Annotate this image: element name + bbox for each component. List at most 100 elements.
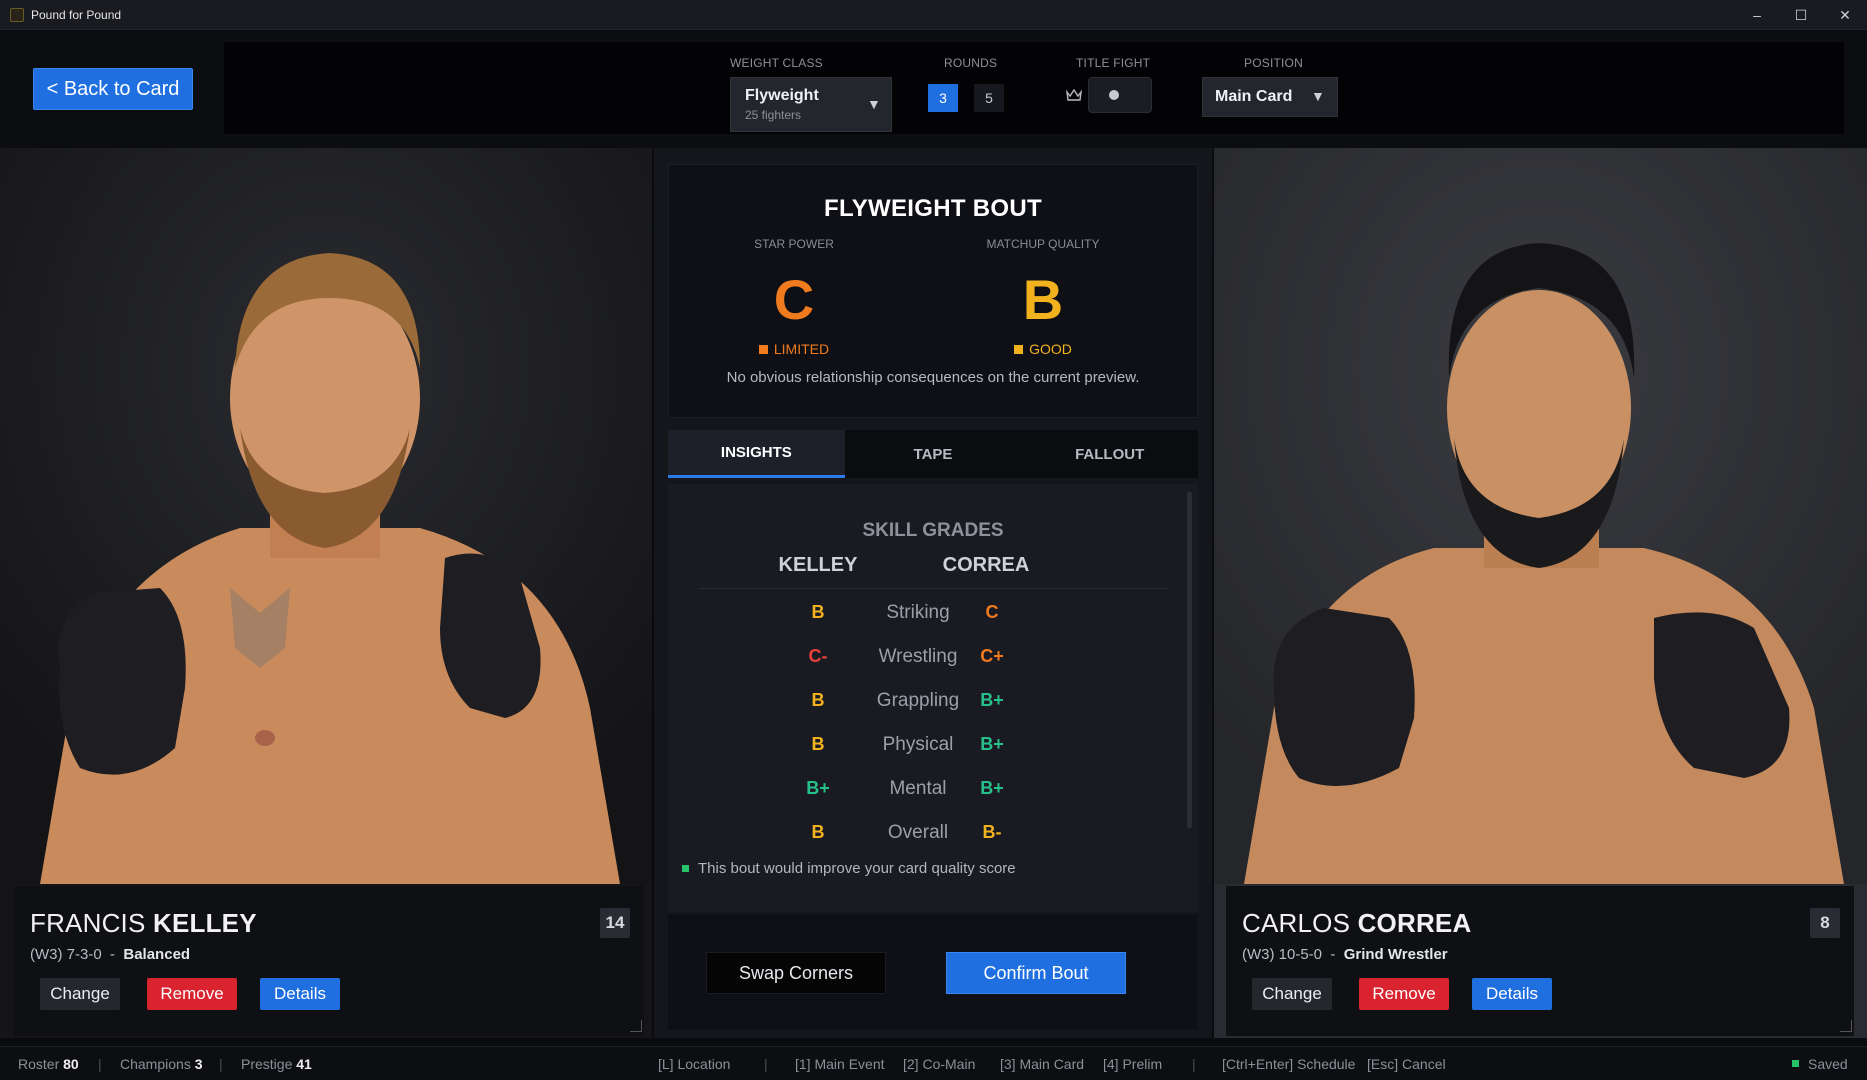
change-fighter-button[interactable]: Change — [1252, 978, 1332, 1010]
fighter-record: (W3) 7-3-0 — [30, 946, 102, 963]
star-power-status-text: LIMITED — [773, 341, 830, 357]
shortcut-schedule: [Ctrl+Enter] Schedule — [1222, 1056, 1356, 1072]
maximize-button[interactable]: ☐ — [1779, 0, 1823, 30]
bout-settings-toolbar: WEIGHT CLASS Flyweight 25 fighters ▼ ROU… — [224, 42, 1844, 134]
card-quality-note: This bout would improve your card qualit… — [682, 860, 1016, 877]
right-skill-grade: B+ — [980, 778, 1004, 798]
minimize-button[interactable]: – — [1735, 0, 1779, 30]
card-quality-note-text: This bout would improve your card qualit… — [698, 860, 1016, 877]
status-square-icon — [1014, 344, 1024, 354]
bout-note: No obvious relationship consequences on … — [726, 369, 1140, 386]
status-square-icon — [758, 344, 768, 354]
change-fighter-button[interactable]: Change — [40, 978, 120, 1010]
weight-class-label: WEIGHT CLASS — [730, 56, 823, 70]
shortcut-main-card: [3] Main Card — [1000, 1056, 1085, 1072]
right-fighter-column-header: CORREA — [942, 554, 1030, 576]
app-icon — [10, 7, 24, 22]
crown-icon — [1065, 88, 1083, 101]
matchup-quality-grade: B — [1022, 268, 1064, 331]
right-skill-grade: B- — [982, 822, 1002, 842]
fighter-record: (W3) 10-5-0 — [1242, 946, 1323, 963]
window-title: Pound for Pound — [31, 7, 122, 22]
prestige-stat: Prestige 41 — [241, 1056, 312, 1072]
toggle-knob — [1109, 90, 1119, 100]
red-corner-panel: FRANCIS KELLEY (W3) 7-3-0 - Balanced 14 … — [0, 148, 652, 1038]
bout-actions: Swap Corners Confirm Bout — [668, 914, 1198, 1030]
shortcut-co-main: [2] Co-Main — [903, 1056, 976, 1072]
shortcut-prelim: [4] Prelim — [1103, 1056, 1163, 1072]
title-fight-toggle[interactable] — [1088, 77, 1152, 113]
fighter-portrait-kelley — [0, 148, 652, 884]
resize-handle — [630, 1020, 642, 1032]
tab-tape[interactable]: TAPE — [845, 430, 1022, 478]
saved-status: Saved — [1808, 1056, 1848, 1072]
fighter-info-card: FRANCIS KELLEY (W3) 7-3-0 - Balanced 14 … — [14, 886, 644, 1036]
matchup-quality-label: MATCHUP QUALITY — [986, 237, 1100, 251]
fighter-rank-badge: 8 — [1810, 908, 1840, 938]
skill-grades-panel: SKILL GRADES KELLEY CORREA B Striking C C- W… — [668, 484, 1198, 912]
fighter-details-button[interactable]: Details — [260, 978, 340, 1010]
bout-title: FLYWEIGHT BOUT — [824, 195, 1042, 222]
rounds-option-5[interactable]: 5 — [974, 84, 1004, 112]
window-controls: – ☐ ✕ — [1735, 0, 1867, 30]
shortcut-main-event: [1] Main Event — [795, 1056, 885, 1072]
skill-row: B Grappling B+ — [668, 690, 1198, 720]
status-square-icon — [682, 865, 689, 872]
fighter-name: FRANCIS KELLEY — [30, 908, 257, 939]
remove-fighter-button[interactable]: Remove — [147, 978, 237, 1010]
chevron-down-icon: ▼ — [1311, 88, 1325, 104]
status-bar: Roster 80 | Champions 3 | Prestige 41 [L… — [0, 1046, 1867, 1080]
title-fight-label: TITLE FIGHT — [1076, 56, 1151, 70]
skill-row: B+ Mental B+ — [668, 778, 1198, 808]
shortcut-cancel: [Esc] Cancel — [1367, 1056, 1446, 1072]
position-select[interactable]: Main Card ▼ — [1202, 77, 1338, 117]
right-skill-grade: B+ — [980, 734, 1004, 754]
close-button[interactable]: ✕ — [1823, 0, 1867, 30]
fighter-info-card: CARLOS CORREA (W3) 10-5-0 - Grind Wrestl… — [1226, 886, 1854, 1036]
weight-class-value: Flyweight — [745, 87, 819, 104]
rounds-option-3[interactable]: 3 — [928, 84, 958, 112]
weight-class-select[interactable]: Flyweight 25 fighters ▼ — [730, 77, 892, 132]
fighter-record-line: (W3) 7-3-0 - Balanced — [30, 946, 191, 963]
right-skill-grade: C — [985, 602, 999, 622]
position-label: POSITION — [1244, 56, 1303, 70]
rounds-label: ROUNDS — [944, 56, 998, 70]
tab-fallout[interactable]: FALLOUT — [1021, 430, 1198, 478]
fighter-first-name: CARLOS — [1242, 908, 1351, 938]
chevron-down-icon: ▼ — [867, 96, 881, 112]
fighter-style: Grind Wrestler — [1343, 946, 1448, 963]
title-bar: Pound for Pound – ☐ ✕ — [0, 0, 1867, 30]
fighter-first-name: FRANCIS — [30, 908, 146, 938]
skill-row: C- Wrestling C+ — [668, 646, 1198, 676]
fighter-rank-badge: 14 — [600, 908, 630, 938]
bout-header-card: FLYWEIGHT BOUT STAR POWER MATCHUP QUALIT… — [668, 164, 1198, 418]
skill-grades-title: SKILL GRADES — [862, 520, 1004, 541]
fighter-name: CARLOS CORREA — [1242, 908, 1471, 939]
fighter-details-button[interactable]: Details — [1472, 978, 1552, 1010]
remove-fighter-button[interactable]: Remove — [1359, 978, 1449, 1010]
right-skill-grade: C+ — [980, 646, 1004, 666]
fighter-record-line: (W3) 10-5-0 - Grind Wrestler — [1242, 946, 1448, 963]
right-skill-grade: B+ — [980, 690, 1004, 710]
star-power-status: LIMITED — [714, 341, 874, 357]
roster-stat: Roster 80 — [18, 1056, 79, 1072]
matchup-quality-status: GOOD — [963, 341, 1123, 357]
blue-corner-panel: CARLOS CORREA (W3) 10-5-0 - Grind Wrestl… — [1214, 148, 1867, 1038]
star-power-grade: C — [773, 268, 815, 331]
swap-corners-button[interactable]: Swap Corners — [706, 952, 886, 994]
confirm-bout-button[interactable]: Confirm Bout — [946, 952, 1126, 994]
back-to-card-button[interactable]: < Back to Card — [33, 68, 193, 110]
bout-summary-panel: FLYWEIGHT BOUT STAR POWER MATCHUP QUALIT… — [654, 148, 1212, 1038]
weight-class-count: 25 fighters — [745, 108, 802, 122]
divider — [698, 588, 1168, 589]
champions-stat: Champions 3 — [120, 1056, 203, 1072]
skill-row: B Overall B- — [668, 822, 1198, 852]
matchup-quality-status-text: GOOD — [1029, 341, 1072, 357]
fighter-last-name: KELLEY — [152, 908, 257, 938]
skill-row: B Striking C — [668, 602, 1198, 632]
star-power-label: STAR POWER — [754, 237, 834, 251]
tab-insights[interactable]: INSIGHTS — [668, 430, 845, 478]
position-value: Main Card — [1215, 88, 1293, 105]
shortcut-location: [L] Location — [658, 1056, 731, 1072]
left-fighter-column-header: KELLEY — [778, 554, 858, 576]
